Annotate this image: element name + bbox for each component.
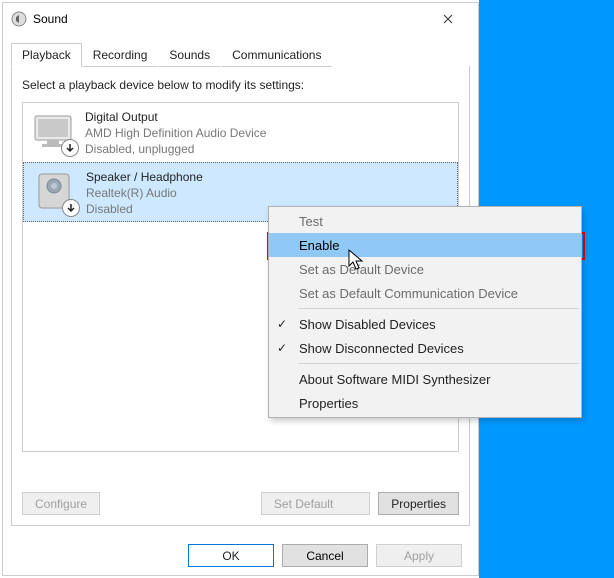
down-arrow-badge-icon [62,199,80,217]
button-label: Cancel [306,549,343,563]
device-icon [29,107,77,155]
button-label: OK [222,549,239,563]
device-status: Disabled, unplugged [85,141,266,157]
tab-label: Communications [232,48,321,62]
menu-item-about-midi[interactable]: About Software MIDI Synthesizer [269,367,581,391]
menu-separator [299,308,579,309]
device-item-digital-output[interactable]: Digital Output AMD High Definition Audio… [23,103,458,162]
menu-label: Set as Default Communication Device [299,286,518,301]
sound-dialog-icon [11,11,27,27]
ok-button[interactable]: OK [188,544,274,567]
tab-label: Recording [93,48,148,62]
properties-button[interactable]: Properties [378,492,459,515]
dialog-action-buttons: OK Cancel Apply [188,544,462,567]
apply-button[interactable]: Apply [376,544,462,567]
close-button[interactable] [426,4,470,34]
set-default-button[interactable]: Set Default [261,492,345,515]
menu-label: Test [299,214,323,229]
menu-item-set-default[interactable]: Set as Default Device [269,257,581,281]
check-icon: ✓ [277,317,287,331]
tab-playback[interactable]: Playback [11,43,82,67]
device-text: Digital Output AMD High Definition Audio… [85,107,266,158]
menu-item-show-disabled[interactable]: ✓ Show Disabled Devices [269,312,581,336]
device-name: Speaker / Headphone [86,169,203,185]
button-label: Set Default [274,497,333,511]
cancel-button[interactable]: Cancel [282,544,368,567]
panel-instruction: Select a playback device below to modify… [22,78,459,92]
button-label: Properties [391,497,446,511]
tab-label: Sounds [169,48,210,62]
menu-label: Properties [299,396,358,411]
tab-sounds[interactable]: Sounds [158,43,221,67]
device-name: Digital Output [85,109,266,125]
tab-communications[interactable]: Communications [221,43,332,67]
device-description: Realtek(R) Audio [86,185,203,201]
device-context-menu: Test Enable Set as Default Device Set as… [268,206,582,418]
device-description: AMD High Definition Audio Device [85,125,266,141]
device-status: Disabled [86,201,203,217]
menu-label: Enable [299,238,339,253]
menu-label: Set as Default Device [299,262,424,277]
menu-item-properties[interactable]: Properties [269,391,581,415]
menu-label: About Software MIDI Synthesizer [299,372,490,387]
check-icon: ✓ [277,341,287,355]
tab-label: Playback [22,48,71,62]
menu-label: Show Disabled Devices [299,317,436,332]
tab-recording[interactable]: Recording [82,43,159,67]
device-text: Speaker / Headphone Realtek(R) Audio Dis… [86,167,203,218]
down-arrow-badge-icon [61,139,79,157]
menu-item-enable[interactable]: Enable [269,233,581,257]
window-title: Sound [33,12,426,26]
menu-item-set-default-comm[interactable]: Set as Default Communication Device [269,281,581,305]
device-icon [30,167,78,215]
configure-button[interactable]: Configure [22,492,100,515]
panel-buttons: Configure Set Default Properties [22,492,459,515]
menu-label: Show Disconnected Devices [299,341,464,356]
menu-separator [299,363,579,364]
set-default-dropdown-button[interactable] [345,492,370,515]
button-label: Configure [35,497,87,511]
menu-item-show-disconnected[interactable]: ✓ Show Disconnected Devices [269,336,581,360]
tab-strip: Playback Recording Sounds Communications [11,43,470,67]
titlebar[interactable]: Sound [3,3,478,35]
button-label: Apply [404,549,434,563]
menu-item-test[interactable]: Test [269,209,581,233]
